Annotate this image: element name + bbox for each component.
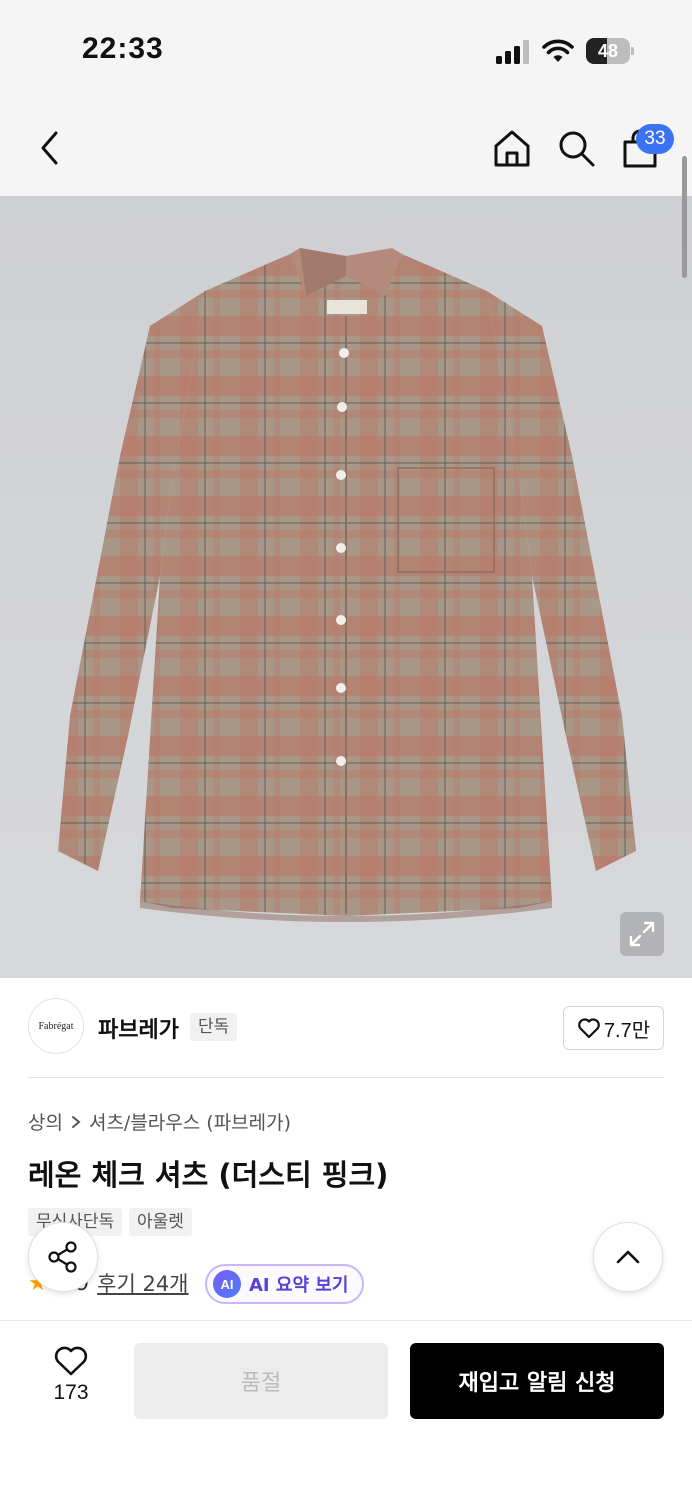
- wishlist-count: 173: [53, 1381, 89, 1404]
- chevron-right-icon: [71, 1115, 81, 1128]
- scroll-top-button[interactable]: [593, 1222, 663, 1292]
- scrollbar[interactable]: [682, 156, 687, 278]
- ai-summary-button[interactable]: AI AI 요약 보기: [205, 1264, 365, 1304]
- expand-icon: [629, 921, 655, 947]
- heart-icon: [578, 1018, 600, 1039]
- exclusive-tag: 단독: [190, 1013, 238, 1041]
- expand-image-button[interactable]: [620, 912, 664, 956]
- share-button[interactable]: [28, 1222, 98, 1292]
- wifi-icon: [542, 39, 574, 62]
- battery-indicator: 48: [586, 38, 634, 64]
- back-arrow-icon: [41, 131, 58, 165]
- restock-alert-button[interactable]: 재입고 알림 신청: [410, 1343, 664, 1419]
- status-bar: 22:33 48: [0, 0, 692, 100]
- ai-icon: AI: [213, 1270, 241, 1298]
- bottom-action-bar: 173 품절 재입고 알림 신청: [0, 1320, 692, 1500]
- share-icon: [48, 1241, 77, 1273]
- product-title: 레온 체크 셔츠 (더스티 핑크): [28, 1158, 389, 1192]
- cellular-signal-icon: [496, 40, 529, 64]
- chevron-up-icon: [616, 1250, 640, 1264]
- breadcrumb-category[interactable]: 상의: [28, 1108, 63, 1135]
- brand-name[interactable]: 파브레가: [98, 1012, 179, 1044]
- nav-header: [0, 100, 692, 196]
- breadcrumb-subcategory[interactable]: 셔츠/블라우스 (파브레가): [89, 1108, 291, 1135]
- breadcrumb: 상의 셔츠/블라우스 (파브레가): [28, 1108, 291, 1135]
- shirt-illustration: [58, 248, 636, 922]
- home-button[interactable]: [490, 126, 534, 170]
- divider: [28, 1077, 664, 1078]
- wishlist-button[interactable]: 173: [36, 1345, 106, 1417]
- brand-like-button[interactable]: 7.7만: [563, 1006, 664, 1050]
- ai-summary-label: AI 요약 보기: [249, 1275, 349, 1296]
- brand-like-count: 7.7만: [603, 1019, 651, 1042]
- battery-text: 48: [597, 41, 619, 61]
- status-time: 22:33: [82, 32, 164, 65]
- product-tag-outlet: 아울렛: [129, 1208, 192, 1236]
- sold-out-button[interactable]: 품절: [134, 1343, 388, 1419]
- brand-logo[interactable]: Fabrégat: [28, 998, 84, 1054]
- heart-icon: [54, 1346, 88, 1376]
- home-icon: [494, 130, 530, 167]
- product-image[interactable]: [0, 196, 692, 978]
- review-link[interactable]: 후기 24개: [97, 1268, 188, 1298]
- cart-count-badge: 33: [636, 124, 674, 154]
- back-button[interactable]: [28, 126, 72, 170]
- search-icon: [559, 131, 595, 167]
- brand-logo-text: Fabrégat: [38, 1020, 74, 1032]
- search-button[interactable]: [554, 126, 598, 170]
